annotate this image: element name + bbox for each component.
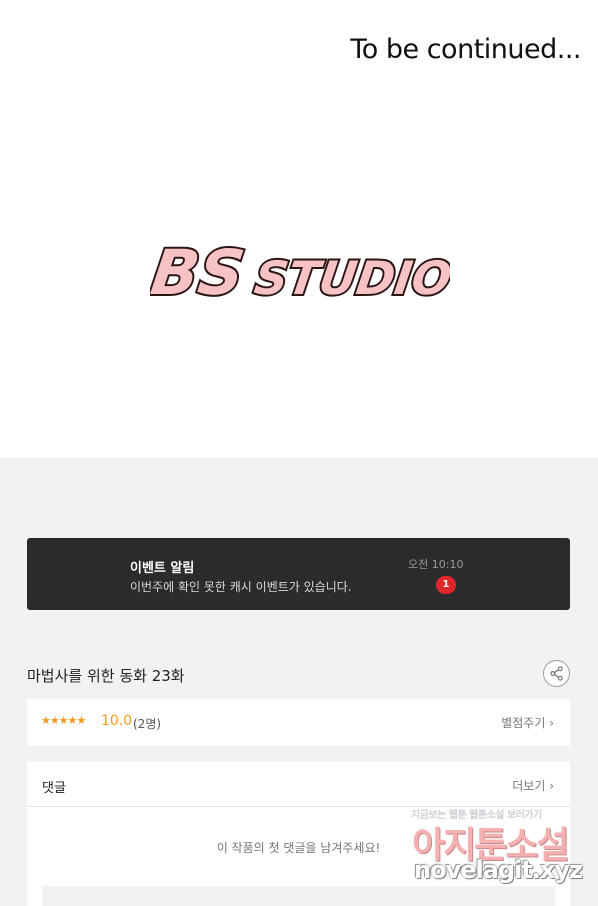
- comments-section: 댓글 더보기 › 이 작품의 첫 댓글을 남겨주세요!: [27, 762, 570, 906]
- empty-comments-message: 이 작품의 첫 댓글을 남겨주세요!: [216, 841, 381, 855]
- rating-stars: ★★★★★: [41, 714, 86, 727]
- event-title: 이벤트 알림: [130, 561, 195, 576]
- event-time: 오전 10:10: [408, 558, 464, 571]
- to-be-continued-caption: To be continued...: [350, 34, 581, 65]
- share-button[interactable]: [543, 660, 570, 687]
- event-description: 이번주에 확인 못한 캐시 이벤트가 있습니다.: [130, 580, 352, 594]
- comment-input[interactable]: [42, 886, 555, 906]
- share-icon: [550, 666, 563, 681]
- comments-header: 댓글 더보기 ›: [27, 762, 570, 807]
- bs-studio-logo: BS STUDIO: [150, 234, 450, 308]
- episode-title: 마법사를 위한 동화 23화: [27, 667, 185, 685]
- more-comments-button[interactable]: 더보기 ›: [512, 777, 554, 794]
- rating-score: 10.0: [101, 713, 133, 729]
- rating-count: (2명): [133, 717, 162, 731]
- rating-bar: ★★★★★ 10.0 (2명) 별점주기 ›: [27, 699, 570, 746]
- logo-text-bs: BS: [150, 236, 249, 308]
- event-badge: 1: [436, 576, 456, 594]
- comments-title: 댓글: [42, 781, 66, 796]
- event-notification-banner[interactable]: 이벤트 알림 이번주에 확인 못한 캐시 이벤트가 있습니다. 오전 10:10…: [27, 538, 570, 610]
- comic-panel: To be continued... BS STUDIO: [0, 0, 598, 458]
- logo-text-studio: STUDIO: [251, 251, 450, 305]
- rate-button[interactable]: 별점주기 ›: [501, 714, 554, 731]
